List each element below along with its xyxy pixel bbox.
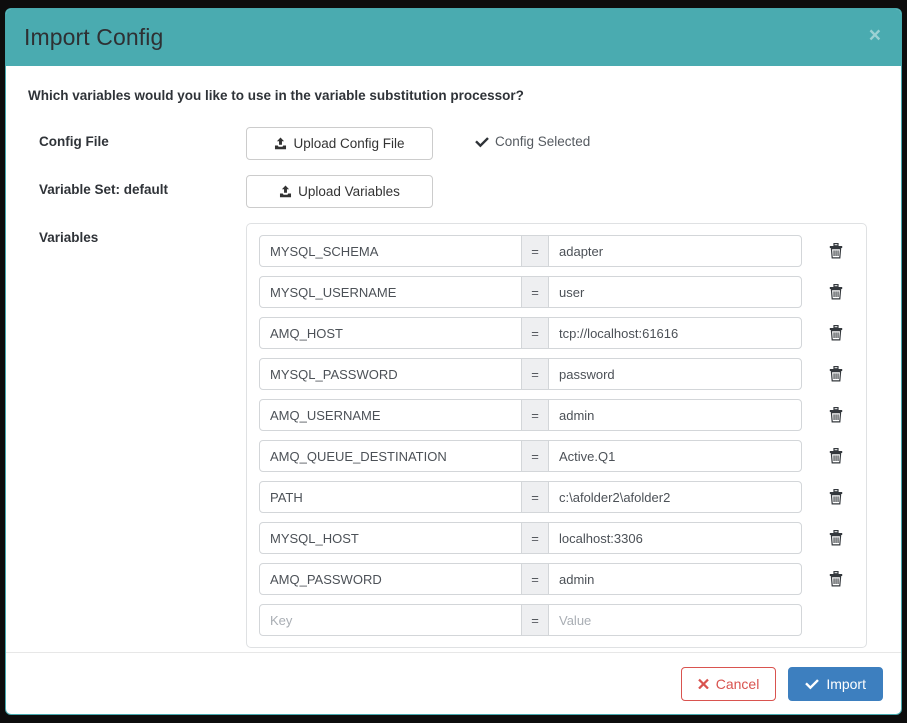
variable-row: = — [259, 317, 854, 349]
variable-value-input[interactable] — [548, 276, 802, 308]
variable-row: = — [259, 604, 854, 636]
dialog-title: Import Config — [24, 24, 164, 50]
config-selected-status: Config Selected — [475, 127, 590, 149]
upload-icon — [274, 137, 287, 151]
variable-row: = — [259, 522, 854, 554]
trash-icon[interactable] — [818, 571, 854, 587]
variables-panel: = = = = = = = = = = — [246, 223, 867, 648]
close-icon[interactable]: × — [865, 23, 885, 48]
variable-key-input[interactable] — [259, 235, 522, 267]
variable-key-input[interactable] — [259, 440, 522, 472]
variable-set-row: Variable Set: default Upload Variables — [24, 175, 883, 208]
variable-row: = — [259, 481, 854, 513]
equals-separator: = — [522, 276, 548, 308]
variable-input-group: = — [259, 481, 802, 513]
prompt-text: Which variables would you like to use in… — [28, 88, 524, 103]
variables-row: Variables = = = = = = = = = = — [24, 223, 883, 648]
equals-separator: = — [522, 358, 548, 390]
variable-row: = — [259, 235, 854, 267]
trash-icon[interactable] — [818, 407, 854, 423]
variable-key-input[interactable] — [259, 481, 522, 513]
variable-value-input[interactable] — [548, 358, 802, 390]
config-selected-label: Config Selected — [495, 134, 591, 149]
variable-row: = — [259, 399, 854, 431]
import-config-dialog: Import Config × Which variables would yo… — [5, 8, 902, 715]
check-icon — [805, 678, 820, 690]
variable-row: = — [259, 440, 854, 472]
config-file-label: Config File — [39, 134, 109, 149]
equals-separator: = — [522, 522, 548, 554]
import-label: Import — [826, 675, 866, 692]
variable-input-group: = — [259, 358, 802, 390]
trash-icon[interactable] — [818, 366, 854, 382]
equals-separator: = — [522, 317, 548, 349]
variable-input-group: = — [259, 317, 802, 349]
import-button[interactable]: Import — [788, 666, 883, 701]
variable-row: = — [259, 563, 854, 595]
variable-key-input[interactable] — [259, 358, 522, 390]
variable-value-input[interactable] — [548, 481, 802, 513]
trash-icon[interactable] — [818, 489, 854, 505]
cancel-button[interactable]: Cancel — [680, 666, 777, 701]
variable-key-input[interactable] — [259, 276, 522, 308]
variable-value-input[interactable] — [548, 440, 802, 472]
variable-input-group: = — [259, 235, 802, 267]
trash-icon[interactable] — [818, 243, 854, 259]
variable-input-group: = — [259, 522, 802, 554]
trash-icon[interactable] — [818, 325, 854, 341]
variable-key-input[interactable] — [259, 399, 522, 431]
equals-separator: = — [522, 604, 548, 636]
variable-input-group: = — [259, 563, 802, 595]
variable-row: = — [259, 358, 854, 390]
upload-config-file-label: Upload Config File — [293, 136, 405, 151]
times-icon — [697, 678, 709, 689]
cancel-label: Cancel — [715, 675, 760, 692]
variable-value-input[interactable] — [548, 604, 802, 636]
variable-key-input[interactable] — [259, 563, 522, 595]
variable-key-input[interactable] — [259, 604, 522, 636]
upload-variables-button[interactable]: Upload Variables — [246, 175, 433, 208]
variable-value-input[interactable] — [548, 522, 802, 554]
variable-value-input[interactable] — [548, 399, 802, 431]
equals-separator: = — [522, 481, 548, 513]
variable-input-group: = — [259, 604, 802, 636]
variable-input-group: = — [259, 399, 802, 431]
variable-value-input[interactable] — [548, 317, 802, 349]
upload-variables-label: Upload Variables — [298, 184, 400, 199]
equals-separator: = — [522, 440, 548, 472]
upload-config-file-button[interactable]: Upload Config File — [246, 127, 433, 160]
config-file-row: Config File Upload Config File Config Se… — [24, 127, 883, 160]
variable-key-input[interactable] — [259, 522, 522, 554]
variable-value-input[interactable] — [548, 235, 802, 267]
variable-value-input[interactable] — [548, 563, 802, 595]
equals-separator: = — [522, 235, 548, 267]
dialog-body: Which variables would you like to use in… — [6, 66, 901, 652]
variable-set-label: Variable Set: default — [39, 182, 169, 197]
variable-key-input[interactable] — [259, 317, 522, 349]
variable-input-group: = — [259, 440, 802, 472]
upload-icon — [279, 185, 292, 199]
equals-separator: = — [522, 563, 548, 595]
equals-separator: = — [522, 399, 548, 431]
trash-icon[interactable] — [818, 530, 854, 546]
variable-input-group: = — [259, 276, 802, 308]
check-icon — [475, 136, 489, 148]
variables-label: Variables — [39, 230, 99, 245]
trash-icon[interactable] — [818, 284, 854, 300]
dialog-header: Import Config × — [6, 9, 901, 66]
trash-icon[interactable] — [818, 448, 854, 464]
variable-row: = — [259, 276, 854, 308]
dialog-footer: Cancel Import — [6, 652, 901, 714]
